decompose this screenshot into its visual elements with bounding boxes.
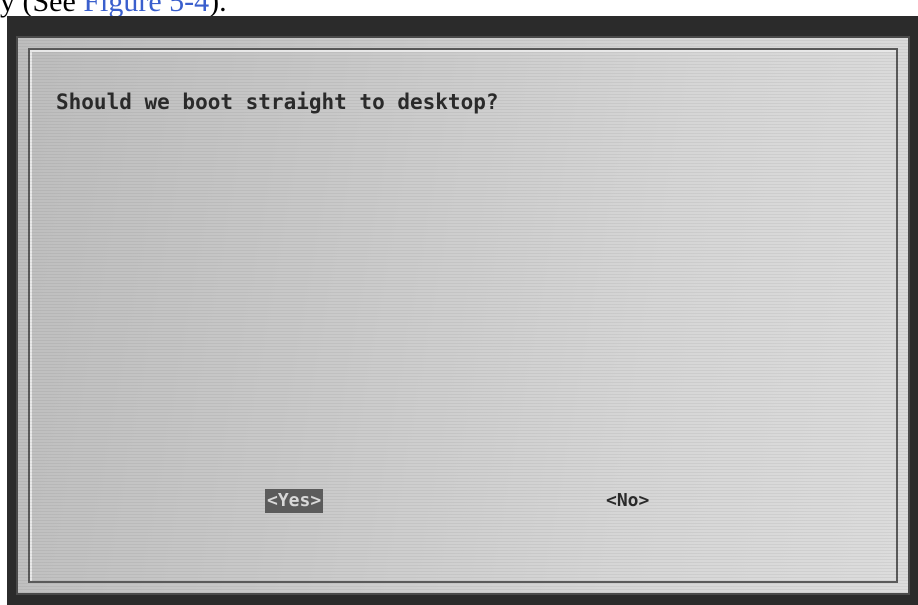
dialog-question: Should we boot straight to desktop? — [56, 90, 499, 114]
config-dialog: Should we boot straight to desktop? <Yes… — [16, 36, 910, 595]
caption-text: y (See Figure 5-4). — [0, 0, 227, 17]
page: y (See Figure 5-4). Should we boot strai… — [0, 0, 918, 605]
yes-button[interactable]: <Yes> — [265, 489, 324, 513]
monitor-screen: Should we boot straight to desktop? <Yes… — [7, 16, 918, 605]
no-button[interactable]: <No> — [604, 489, 651, 513]
dialog-border — [28, 48, 898, 583]
